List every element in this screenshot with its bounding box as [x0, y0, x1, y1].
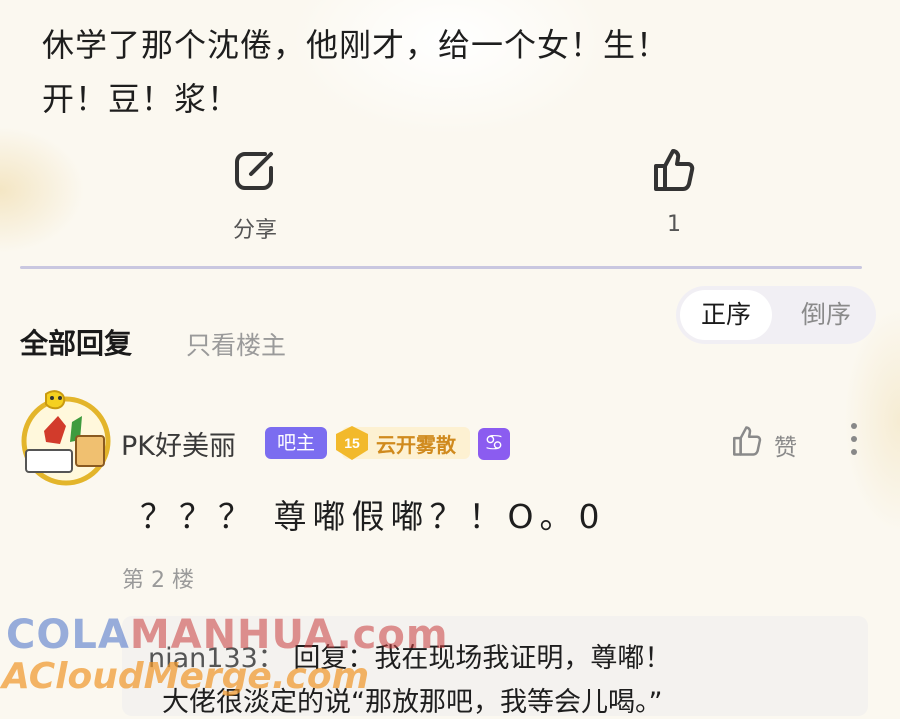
- section-divider: [20, 266, 862, 269]
- tab-all-replies[interactable]: 全部回复: [20, 322, 132, 362]
- share-label: 分享: [232, 218, 277, 243]
- post-body: 休学了那个沈倦，他刚才，给一个女！生！ 开！豆！浆！: [42, 18, 862, 126]
- like-count: 1: [667, 212, 681, 237]
- reply-like-label: 赞: [774, 435, 797, 461]
- watermark-cola-part1: COLA: [6, 612, 130, 658]
- watermark-cola-part2: MANHUA.com: [129, 612, 449, 658]
- more-vertical-icon[interactable]: [846, 420, 862, 460]
- sort-asc-button[interactable]: 正序: [680, 290, 772, 340]
- reply-content: ？？？ 尊嘟假嘟？！O。0: [140, 497, 606, 536]
- like-button[interactable]: 1: [614, 146, 734, 237]
- watermark-acloud: ACloudMerge.com: [2, 656, 370, 697]
- floor-number: 第 2 楼: [122, 568, 194, 593]
- level-title: 云开雾散: [376, 433, 456, 457]
- sort-desc-button[interactable]: 倒序: [780, 290, 872, 340]
- avatar[interactable]: [16, 386, 116, 486]
- thumbs-up-icon: [733, 426, 762, 456]
- share-button[interactable]: 分享: [195, 146, 315, 244]
- zodiac-badge: ♋: [478, 428, 510, 460]
- share-icon: [235, 152, 273, 190]
- watermark-cola: COLAMANHUA.com: [6, 612, 449, 658]
- post-line-1: 休学了那个沈倦，他刚才，给一个女！生！: [42, 26, 670, 64]
- post-line-2: 开！豆！浆！: [42, 80, 241, 118]
- level-number: 15: [344, 435, 360, 451]
- reply-username[interactable]: PK好美丽: [121, 424, 236, 463]
- thumbs-up-icon: [654, 149, 695, 191]
- reply-like-button[interactable]: 赞: [730, 422, 810, 462]
- tab-op-only[interactable]: 只看楼主: [186, 326, 286, 362]
- sort-toggle: 正序 倒序: [676, 286, 876, 344]
- owner-badge: 吧主: [265, 427, 327, 459]
